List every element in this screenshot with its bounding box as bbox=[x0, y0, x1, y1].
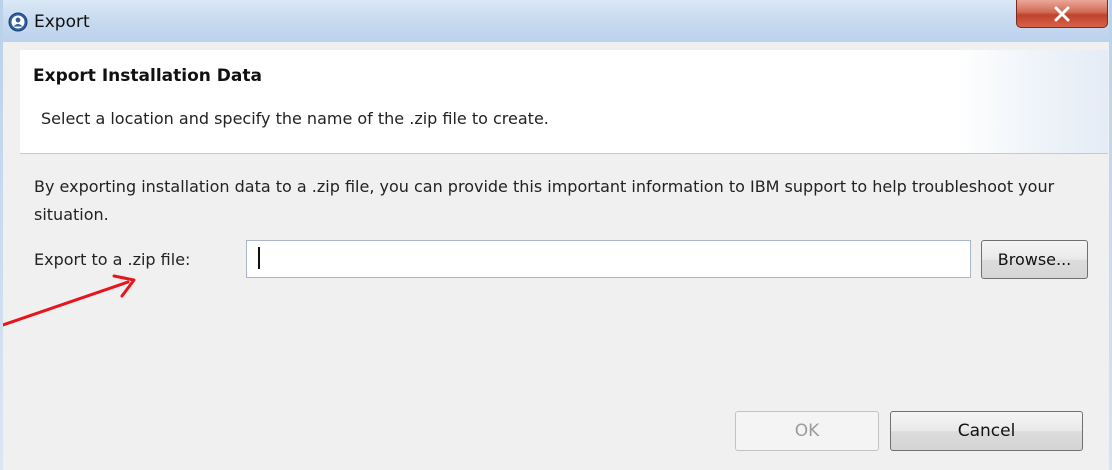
eclipse-app-icon bbox=[8, 12, 28, 32]
window-title: Export bbox=[34, 12, 90, 32]
close-icon bbox=[1054, 6, 1070, 21]
browse-button[interactable]: Browse... bbox=[981, 240, 1088, 279]
close-button[interactable] bbox=[1016, 0, 1108, 28]
header-banner: Export Installation Data Select a locati… bbox=[20, 50, 1108, 154]
info-text: By exporting installation data to a .zip… bbox=[34, 177, 1055, 224]
ok-button[interactable]: OK bbox=[735, 411, 879, 451]
page-title: Export Installation Data bbox=[33, 66, 262, 86]
text-caret bbox=[258, 247, 260, 269]
zip-file-label: Export to a .zip file: bbox=[34, 250, 191, 269]
annotation-arrow bbox=[0, 274, 136, 328]
window-left-border bbox=[0, 0, 3, 470]
zip-file-input[interactable] bbox=[246, 240, 971, 278]
export-dialog: Export Export Installation Data Select a… bbox=[0, 0, 1112, 470]
page-description: Select a location and specify the name o… bbox=[41, 109, 549, 128]
title-bar[interactable]: Export bbox=[0, 0, 1112, 42]
cancel-button[interactable]: Cancel bbox=[890, 411, 1083, 451]
